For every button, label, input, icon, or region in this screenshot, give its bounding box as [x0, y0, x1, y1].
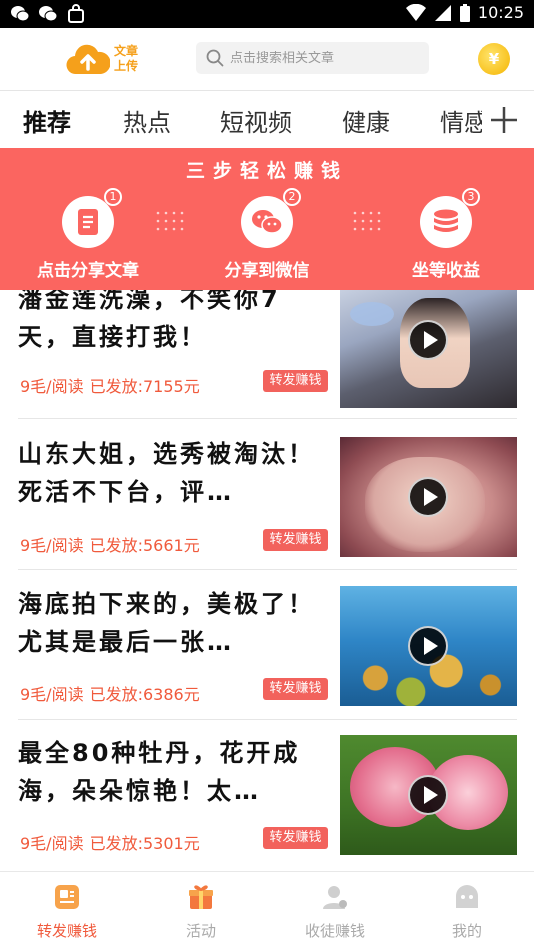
step-3: 3 坐等收益 — [366, 188, 526, 281]
nav-label: 我的 — [451, 922, 482, 940]
play-icon — [408, 477, 448, 517]
article-rate: 9毛/阅读 — [20, 377, 84, 396]
step-label: 分享到微信 — [224, 261, 310, 281]
wechat-notification-icon — [11, 6, 30, 22]
status-bar: 10:25 — [0, 0, 534, 28]
step-number: 1 — [104, 188, 122, 206]
article-rate: 9毛/阅读 — [20, 685, 84, 704]
article-meta: 9毛/阅读 已发放:6386元 — [20, 681, 206, 705]
wifi-icon — [405, 3, 426, 21]
play-icon — [408, 626, 448, 666]
app-logo[interactable]: 文章上传 — [66, 42, 146, 78]
tab-emotion[interactable]: 情感 — [440, 103, 482, 138]
document-icon — [78, 209, 98, 235]
article-nav-icon — [55, 885, 79, 909]
coin-symbol: ¥ — [488, 50, 500, 68]
divider — [18, 418, 517, 419]
article-paid: 已发放:5301元 — [89, 834, 200, 853]
article-paid: 已发放:5661元 — [89, 536, 200, 555]
step-number: 3 — [462, 188, 480, 206]
shopping-bag-icon — [68, 4, 84, 23]
share-earn-button[interactable]: 转发赚钱 — [263, 827, 328, 849]
article-thumbnail[interactable] — [340, 290, 517, 408]
nav-label: 收徒赚钱 — [304, 922, 365, 940]
article-paid: 已发放:6386元 — [89, 685, 200, 704]
tab-recommend[interactable]: 推荐 — [23, 103, 71, 138]
step-label: 点击分享文章 — [37, 261, 139, 281]
article-rate: 9毛/阅读 — [20, 834, 84, 853]
add-category-icon[interactable] — [488, 104, 520, 136]
coin-button[interactable]: ¥ — [478, 43, 510, 75]
step-number: 2 — [283, 188, 301, 206]
logo-text: 文章上传 — [114, 44, 139, 73]
step-1: 1 点击分享文章 — [8, 188, 168, 281]
tab-hot[interactable]: 热点 — [123, 103, 171, 138]
article-meta: 9毛/阅读 已发放:7155元 — [20, 373, 206, 397]
nav-label: 活动 — [185, 922, 216, 940]
step-separator-dots — [156, 211, 184, 231]
article-thumbnail[interactable] — [340, 735, 517, 855]
app-header: 文章上传 ¥ — [0, 28, 534, 90]
user-add-icon — [323, 886, 347, 909]
article-thumbnail[interactable] — [340, 437, 517, 557]
coins-icon — [434, 209, 458, 232]
article-thumbnail[interactable] — [340, 586, 517, 706]
search-input[interactable] — [230, 50, 420, 66]
upload-cloud-icon — [66, 44, 110, 75]
earn-steps-banner[interactable]: 三步轻松赚钱 1 点击分享文章 2 分享到微信 3 坐等收益 — [0, 148, 534, 290]
article-meta: 9毛/阅读 已发放:5301元 — [20, 830, 206, 854]
nav-recruit-earn[interactable]: 收徒赚钱 — [268, 872, 402, 949]
status-time: 10:25 — [477, 3, 524, 22]
article-title[interactable]: 山东大姐，选秀被淘汰！死活不下台，评… — [18, 435, 323, 511]
wechat-icon — [252, 210, 283, 234]
app-screen: 10:25 文章上传 ¥ 推荐 热点 短视频 健康 情感 三步轻松赚钱 — [0, 0, 534, 949]
article-title[interactable]: 潘金莲洗澡，不笑你7天，直接打我！ — [18, 290, 323, 356]
article-title[interactable]: 海底拍下来的，美极了！尤其是最后一张… — [18, 585, 323, 661]
search-bar[interactable] — [196, 42, 429, 74]
banner-title: 三步轻松赚钱 — [185, 160, 348, 182]
nav-share-earn[interactable]: 转发赚钱 — [0, 872, 134, 949]
article-title[interactable]: 最全80种牡丹，花开成海，朵朵惊艳！太… — [18, 734, 323, 810]
article-card[interactable]: 山东大姐，选秀被淘汰！死活不下台，评… 9毛/阅读 已发放:5661元 转发赚钱 — [0, 430, 534, 580]
category-tabs: 推荐 热点 短视频 健康 情感 — [0, 90, 534, 148]
article-card[interactable]: 潘金莲洗澡，不笑你7天，直接打我！ 9毛/阅读 已发放:7155元 转发赚钱 — [0, 290, 534, 430]
tab-health[interactable]: 健康 — [342, 103, 390, 138]
nav-activity[interactable]: 活动 — [134, 872, 268, 949]
bottom-nav: 转发赚钱 活动 收徒赚钱 我的 — [0, 871, 534, 949]
nav-mine[interactable]: 我的 — [400, 872, 534, 949]
article-paid: 已发放:7155元 — [89, 377, 200, 396]
play-icon — [408, 320, 448, 360]
share-earn-button[interactable]: 转发赚钱 — [263, 678, 328, 700]
search-icon — [206, 49, 224, 67]
divider — [18, 569, 517, 570]
article-feed: 潘金莲洗澡，不笑你7天，直接打我！ 9毛/阅读 已发放:7155元 转发赚钱 山东… — [0, 290, 534, 871]
share-earn-button[interactable]: 转发赚钱 — [263, 529, 328, 551]
article-meta: 9毛/阅读 已发放:5661元 — [20, 532, 206, 556]
play-icon — [408, 775, 448, 815]
article-card[interactable]: 海底拍下来的，美极了！尤其是最后一张… 9毛/阅读 已发放:6386元 转发赚钱 — [0, 579, 534, 729]
gift-icon — [189, 885, 213, 909]
share-earn-button[interactable]: 转发赚钱 — [263, 370, 328, 392]
tab-short-video[interactable]: 短视频 — [220, 103, 292, 138]
nav-label: 转发赚钱 — [36, 922, 97, 940]
article-rate: 9毛/阅读 — [20, 536, 84, 555]
profile-icon — [456, 885, 478, 908]
signal-icon — [434, 4, 451, 21]
step-label: 坐等收益 — [412, 261, 480, 281]
wechat-notification-icon-2 — [39, 6, 58, 22]
article-card[interactable]: 最全80种牡丹，花开成海，朵朵惊艳！太… 9毛/阅读 已发放:5301元 转发赚钱 — [0, 729, 534, 871]
tab-emotion-clip: 情感 — [438, 91, 482, 149]
divider — [18, 719, 517, 720]
step-2: 2 分享到微信 — [187, 188, 347, 281]
battery-icon — [459, 3, 470, 22]
